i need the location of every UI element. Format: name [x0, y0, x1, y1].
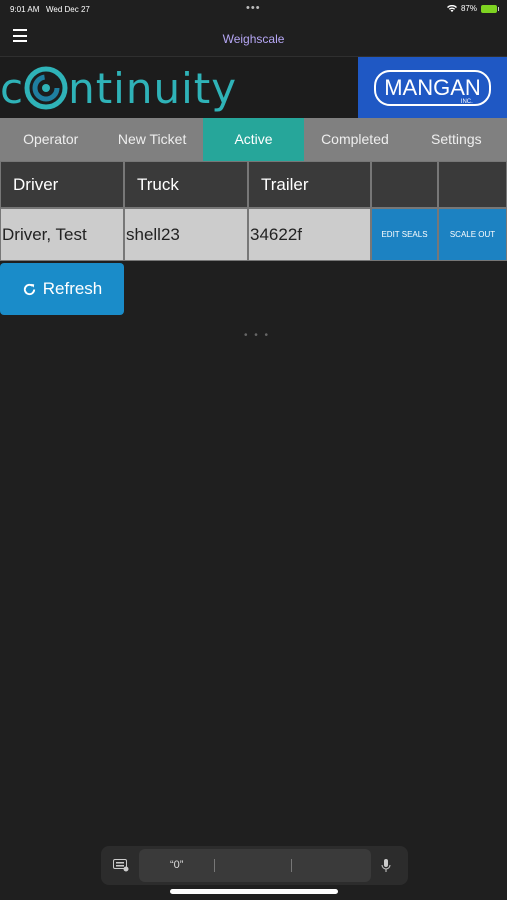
logo-text: ntinuity — [68, 63, 238, 113]
header-action-1 — [371, 161, 438, 208]
scale-out-button[interactable]: SCALE OUT — [438, 208, 507, 261]
brand-banner: c ntinuity MANGAN INC. — [0, 57, 507, 118]
mangan-inc: INC. — [460, 98, 473, 105]
tab-new-ticket[interactable]: New Ticket — [101, 118, 202, 161]
status-bar: 9:01 AM Wed Dec 27 ••• 87% — [0, 0, 507, 20]
mangan-text: MANGAN — [384, 74, 481, 100]
cell-driver: Driver, Test — [0, 208, 124, 261]
suggestion-item[interactable]: “0” — [170, 859, 183, 871]
refresh-button[interactable]: Refresh — [0, 263, 124, 315]
microphone-icon[interactable] — [381, 858, 391, 874]
suggestion-divider — [291, 859, 292, 872]
nav-tabs: Operator New Ticket Active Completed Set… — [0, 118, 507, 161]
battery-icon — [481, 4, 499, 13]
tab-completed[interactable]: Completed — [304, 118, 405, 161]
cell-trailer: 34622f — [248, 208, 371, 261]
status-date: Wed Dec 27 — [46, 5, 90, 14]
edit-seals-button[interactable]: EDIT SEALS — [371, 208, 438, 261]
tab-settings[interactable]: Settings — [406, 118, 507, 161]
top-bar: Weighscale — [0, 20, 507, 57]
home-indicator[interactable] — [170, 889, 338, 894]
refresh-icon — [23, 283, 35, 295]
suggestion-bar: “0” — [139, 849, 371, 882]
swirl-logo-icon — [24, 66, 68, 110]
continuity-logo: c ntinuity — [0, 60, 237, 116]
logo-prefix: c — [0, 63, 25, 113]
wifi-icon — [446, 4, 457, 12]
keyboard-accessory-bar: “0” — [101, 846, 408, 885]
multitask-dots-icon[interactable]: ••• — [246, 2, 261, 14]
status-right: 87% — [446, 4, 499, 13]
mangan-logo: MANGAN INC. — [358, 57, 507, 118]
suggestion-divider — [214, 859, 215, 872]
tab-operator[interactable]: Operator — [0, 118, 101, 161]
battery-percent: 87% — [460, 4, 477, 13]
status-time: 9:01 AM — [10, 5, 40, 14]
cell-truck: shell23 — [124, 208, 248, 261]
table-header-row: Driver Truck Trailer — [0, 161, 507, 208]
mangan-badge: MANGAN INC. — [374, 69, 491, 106]
header-truck: Truck — [124, 161, 248, 208]
header-trailer: Trailer — [248, 161, 371, 208]
table-row: Driver, Test shell23 34622f EDIT SEALS S… — [0, 208, 507, 261]
more-dots-icon: • • • — [244, 330, 271, 341]
tab-active[interactable]: Active — [202, 118, 305, 161]
refresh-label: Refresh — [42, 279, 103, 298]
header-driver: Driver — [0, 161, 124, 208]
keyboard-icon[interactable] — [113, 858, 129, 872]
header-action-2 — [438, 161, 507, 208]
active-tickets-table: Driver Truck Trailer Driver, Test shell2… — [0, 161, 507, 261]
app-title: Weighscale — [222, 32, 285, 46]
